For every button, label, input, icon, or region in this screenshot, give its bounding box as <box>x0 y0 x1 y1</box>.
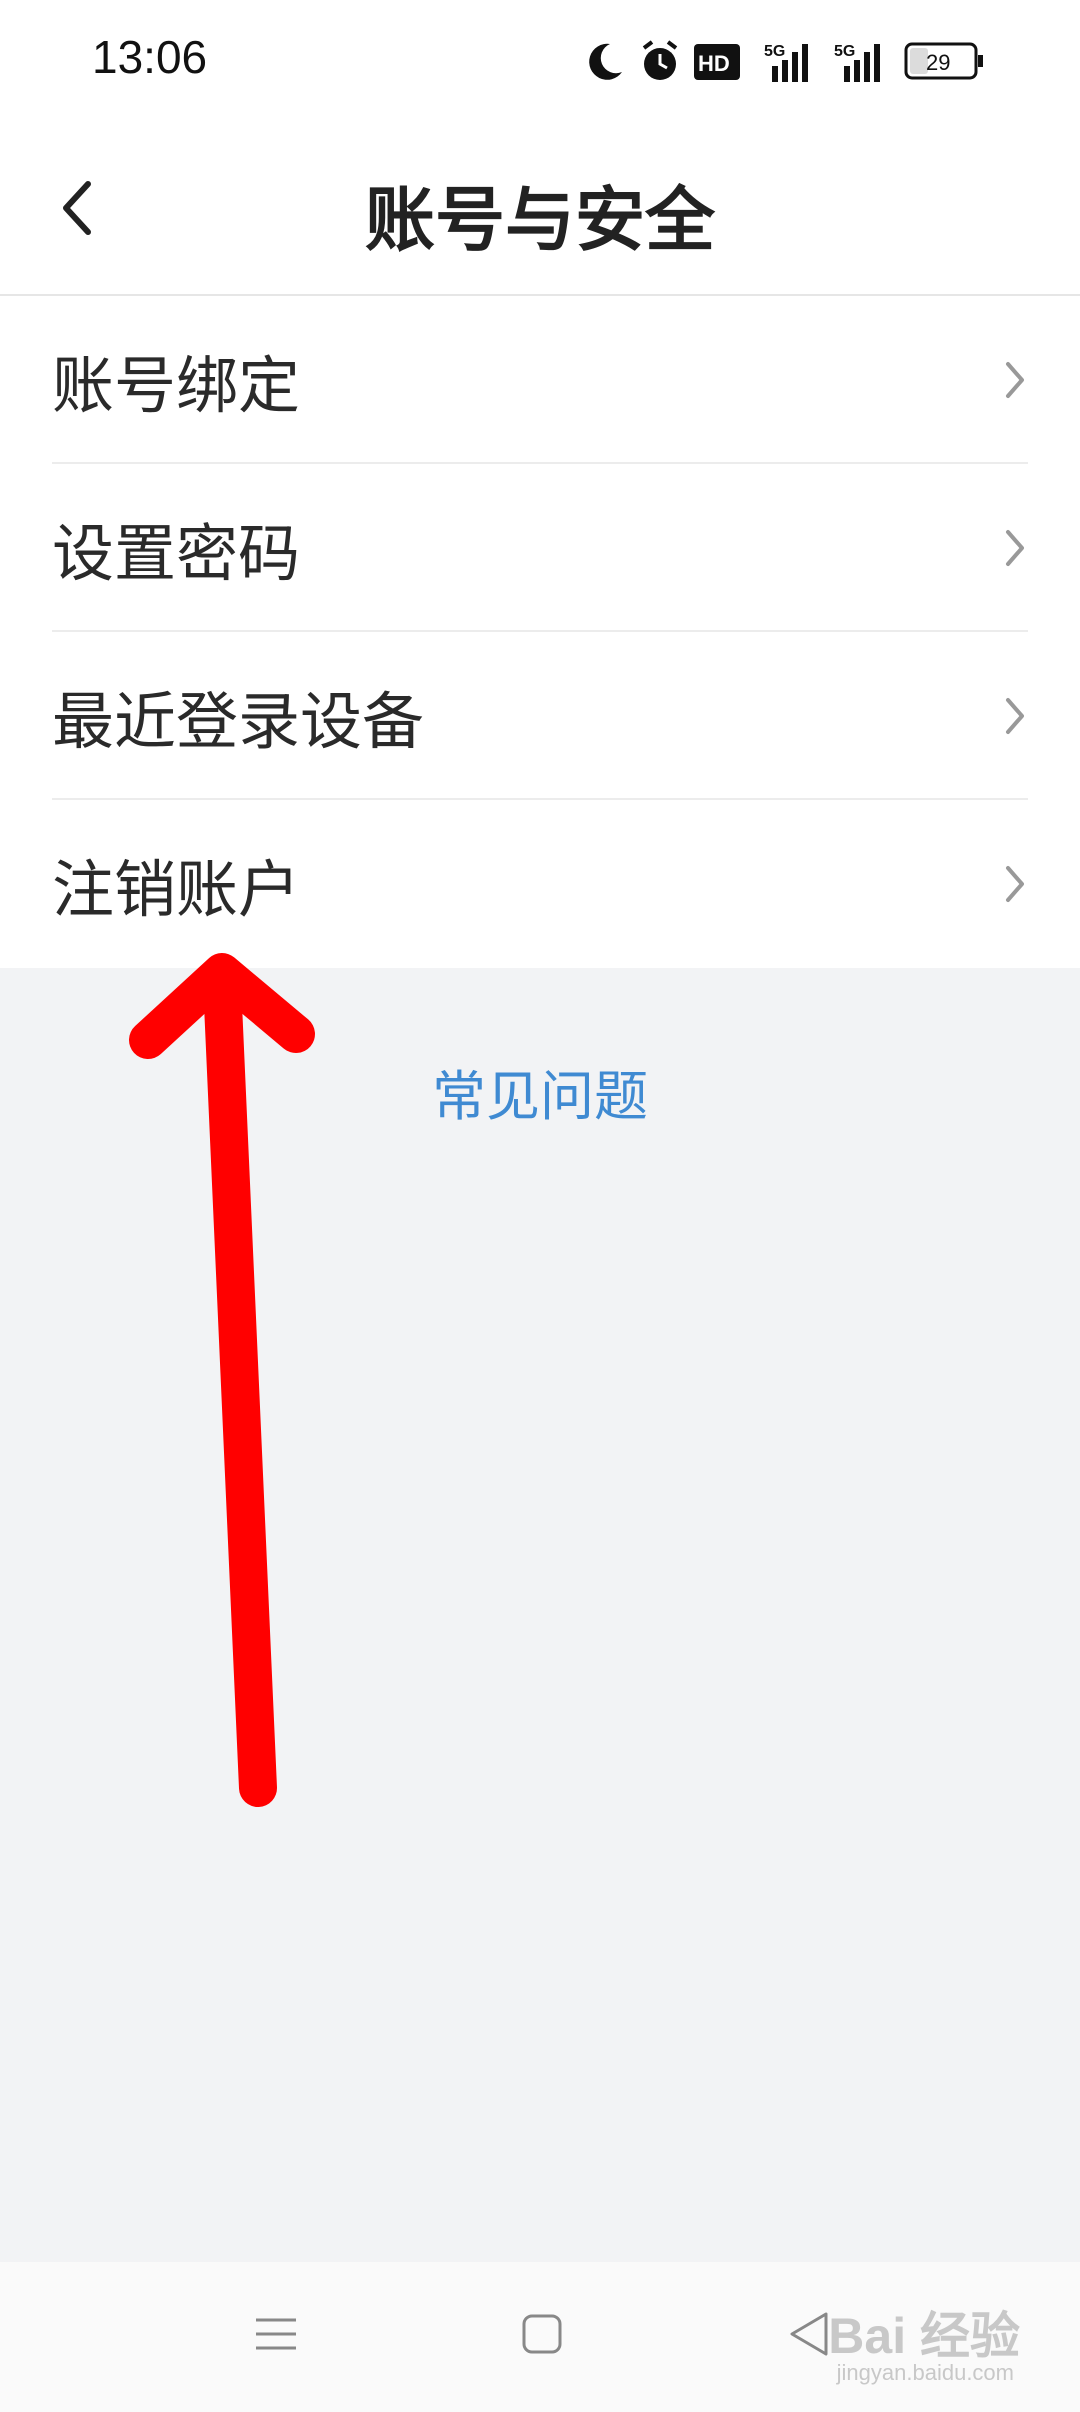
alarm-icon <box>642 40 678 80</box>
system-nav-bar <box>0 2262 1080 2412</box>
nav-menu-button[interactable] <box>246 2304 306 2364</box>
signal-label-1: 5G <box>764 43 785 60</box>
signal-5g-icon: 5G <box>834 43 880 82</box>
chevron-right-icon <box>1006 866 1024 902</box>
hd-label: HD <box>698 51 730 76</box>
signal-label-2: 5G <box>834 43 855 60</box>
menu-item-account-binding[interactable]: 账号绑定 <box>0 296 1080 464</box>
chevron-right-icon <box>1006 362 1024 398</box>
signal-5g-icon: 5G <box>764 43 808 82</box>
back-triangle-icon <box>790 2312 828 2356</box>
nav-back-button[interactable] <box>780 2304 840 2364</box>
menu-item-set-password[interactable]: 设置密码 <box>0 464 1080 632</box>
moon-icon <box>589 43 622 80</box>
menu-item-label: 最近登录设备 <box>52 685 425 758</box>
status-bar: 13:06 HD 5G 5G 29 <box>0 0 1080 120</box>
menu-item-label: 设置密码 <box>52 517 301 590</box>
status-icons: HD 5G 5G 29 <box>589 40 983 82</box>
home-icon <box>522 2314 562 2354</box>
menu-list: 账号绑定 设置密码 最近登录设备 注销账户 <box>0 296 1080 968</box>
menu-item-recent-devices[interactable]: 最近登录设备 <box>0 632 1080 800</box>
status-time: 13:06 <box>92 31 208 83</box>
battery-level: 29 <box>926 50 950 75</box>
menu-item-delete-account[interactable]: 注销账户 <box>0 800 1080 968</box>
nav-home-button[interactable] <box>512 2304 572 2364</box>
hd-icon: HD <box>694 44 740 80</box>
menu-item-label: 注销账户 <box>52 853 301 926</box>
page-title: 账号与安全 <box>365 179 715 261</box>
chevron-right-icon <box>1006 530 1024 566</box>
header: 账号与安全 <box>0 120 1080 296</box>
faq-link[interactable]: 常见问题 <box>0 1052 1080 1131</box>
battery-icon: 29 <box>904 42 983 80</box>
menu-item-label: 账号绑定 <box>52 349 301 422</box>
menu-icon <box>256 2318 296 2350</box>
chevron-right-icon <box>1006 698 1024 734</box>
